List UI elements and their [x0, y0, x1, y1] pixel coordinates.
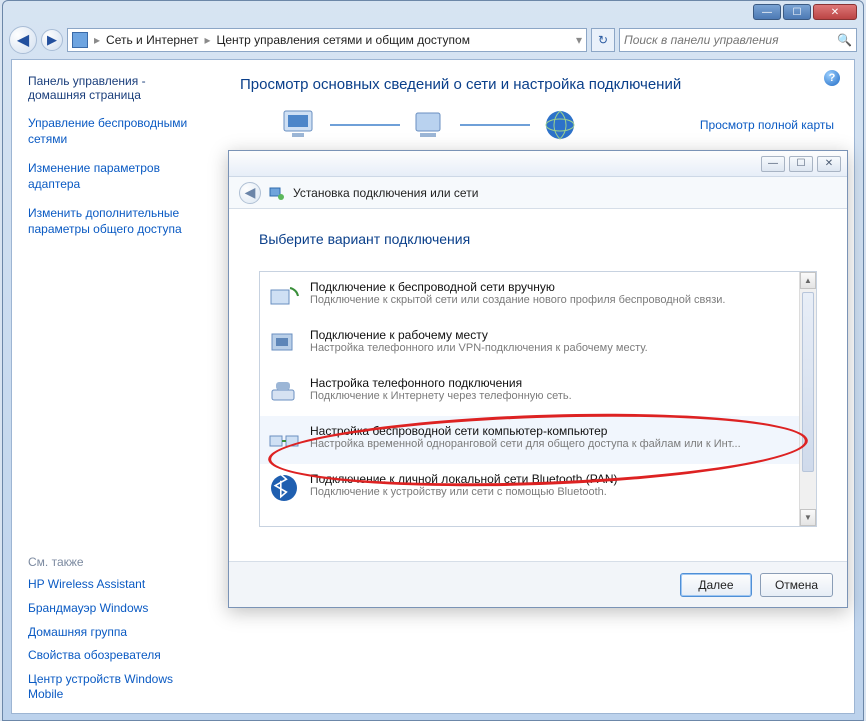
help-icon[interactable]: ? — [824, 70, 840, 86]
sidebar-link-advanced-sharing[interactable]: Изменить дополнительные параметры общего… — [28, 206, 210, 237]
option-workplace[interactable]: Подключение к рабочему месту Настройка т… — [260, 320, 816, 368]
dialog-back-button[interactable]: ◀ — [239, 182, 261, 204]
scroll-up-button[interactable]: ▲ — [800, 272, 816, 289]
network-map: Просмотр полной карты — [280, 107, 834, 143]
bluetooth-icon — [268, 472, 300, 504]
address-dropdown-icon[interactable]: ▾ — [576, 33, 582, 47]
option-desc: Подключение к устройству или сети с помо… — [310, 486, 794, 498]
dialog-maximize-button[interactable]: ☐ — [789, 156, 813, 172]
dialog-header-title: Установка подключения или сети — [293, 186, 478, 200]
dialog-heading: Выберите вариант подключения — [259, 231, 817, 247]
sidebar-home-link[interactable]: Панель управления - домашняя страница — [28, 74, 210, 102]
network-setup-icon — [269, 185, 285, 201]
nav-forward-button[interactable]: ▶ — [41, 29, 63, 51]
options-scrollbar[interactable]: ▲ ▼ — [799, 272, 816, 526]
option-desc: Настройка телефонного или VPN-подключени… — [310, 342, 794, 354]
refresh-button[interactable]: ↻ — [591, 28, 615, 52]
scroll-down-button[interactable]: ▼ — [800, 509, 816, 526]
sidebar-link-adapter-settings[interactable]: Изменение параметров адаптера — [28, 161, 210, 192]
seealso-internet-options[interactable]: Свойства обозревателя — [28, 648, 210, 664]
dialog-footer: Далее Отмена — [229, 561, 847, 607]
window-close-button[interactable]: ✕ — [813, 4, 857, 20]
seealso-firewall[interactable]: Брандмауэр Windows — [28, 601, 210, 617]
workplace-icon — [268, 328, 300, 360]
dialog-body: Выберите вариант подключения Подключение… — [229, 209, 847, 561]
option-desc: Подключение к скрытой сети или создание … — [310, 294, 794, 306]
option-title: Подключение к беспроводной сети вручную — [310, 280, 794, 294]
page-title: Просмотр основных сведений о сети и наст… — [240, 76, 834, 93]
option-desc: Настройка временной одноранговой сети дл… — [310, 438, 794, 450]
option-dialup[interactable]: Настройка телефонного подключения Подклю… — [260, 368, 816, 416]
network-device-icon — [410, 107, 450, 143]
nav-back-button[interactable]: ◀ — [9, 26, 37, 54]
setup-connection-dialog: — ☐ ✕ ◀ Установка подключения или сети В… — [228, 150, 848, 608]
view-full-map-link[interactable]: Просмотр полной карты — [700, 118, 834, 132]
adhoc-icon — [268, 424, 300, 456]
seealso-homegroup[interactable]: Домашняя группа — [28, 625, 210, 641]
nav-toolbar: ◀ ▶ ▸ Сеть и Интернет ▸ Центр управления… — [9, 23, 857, 57]
dialog-close-button[interactable]: ✕ — [817, 156, 841, 172]
option-title: Подключение к личной локальной сети Blue… — [310, 472, 794, 486]
address-segment-sep: ▸ — [204, 33, 210, 47]
dialog-titlebar: — ☐ ✕ — [229, 151, 847, 177]
search-box[interactable]: 🔍 — [619, 28, 857, 52]
window-minimize-button[interactable]: — — [753, 4, 781, 20]
cancel-button[interactable]: Отмена — [760, 573, 833, 597]
phone-icon — [268, 376, 300, 408]
option-title: Настройка телефонного подключения — [310, 376, 794, 390]
search-icon[interactable]: 🔍 — [833, 33, 852, 47]
window-maximize-button[interactable]: ☐ — [783, 4, 811, 20]
search-input[interactable] — [624, 33, 833, 47]
next-button[interactable]: Далее — [680, 573, 752, 597]
control-panel-icon — [72, 32, 88, 48]
option-title: Настройка беспроводной сети компьютер-ко… — [310, 424, 794, 438]
option-manual-wireless[interactable]: Подключение к беспроводной сети вручную … — [260, 272, 816, 320]
dialog-header: ◀ Установка подключения или сети — [229, 177, 847, 209]
option-bluetooth-pan[interactable]: Подключение к личной локальной сети Blue… — [260, 464, 816, 512]
seealso-hp-wireless[interactable]: HP Wireless Assistant — [28, 577, 210, 593]
seealso-windows-mobile[interactable]: Центр устройств Windows Mobile — [28, 672, 210, 703]
sidebar-see-also-label: См. также — [28, 515, 210, 569]
window-titlebar: — ☐ ✕ — [3, 1, 863, 23]
scroll-thumb[interactable] — [802, 292, 814, 472]
address-bar[interactable]: ▸ Сеть и Интернет ▸ Центр управления сет… — [67, 28, 587, 52]
computer-icon — [280, 107, 320, 143]
address-segment-network[interactable]: Сеть и Интернет — [106, 33, 198, 47]
option-desc: Подключение к Интернету через телефонную… — [310, 390, 794, 402]
option-title: Подключение к рабочему месту — [310, 328, 794, 342]
sidebar-link-wireless-networks[interactable]: Управление беспроводными сетями — [28, 116, 210, 147]
address-segment[interactable]: ▸ — [94, 33, 100, 47]
connection-options-list: Подключение к беспроводной сети вручную … — [259, 271, 817, 527]
option-adhoc-wireless[interactable]: Настройка беспроводной сети компьютер-ко… — [260, 416, 816, 464]
internet-globe-icon — [540, 107, 580, 143]
dialog-minimize-button[interactable]: — — [761, 156, 785, 172]
address-segment-sharing-center[interactable]: Центр управления сетями и общим доступом — [216, 33, 470, 47]
sidebar: Панель управления - домашняя страница Уп… — [12, 60, 220, 713]
wireless-icon — [268, 280, 300, 312]
